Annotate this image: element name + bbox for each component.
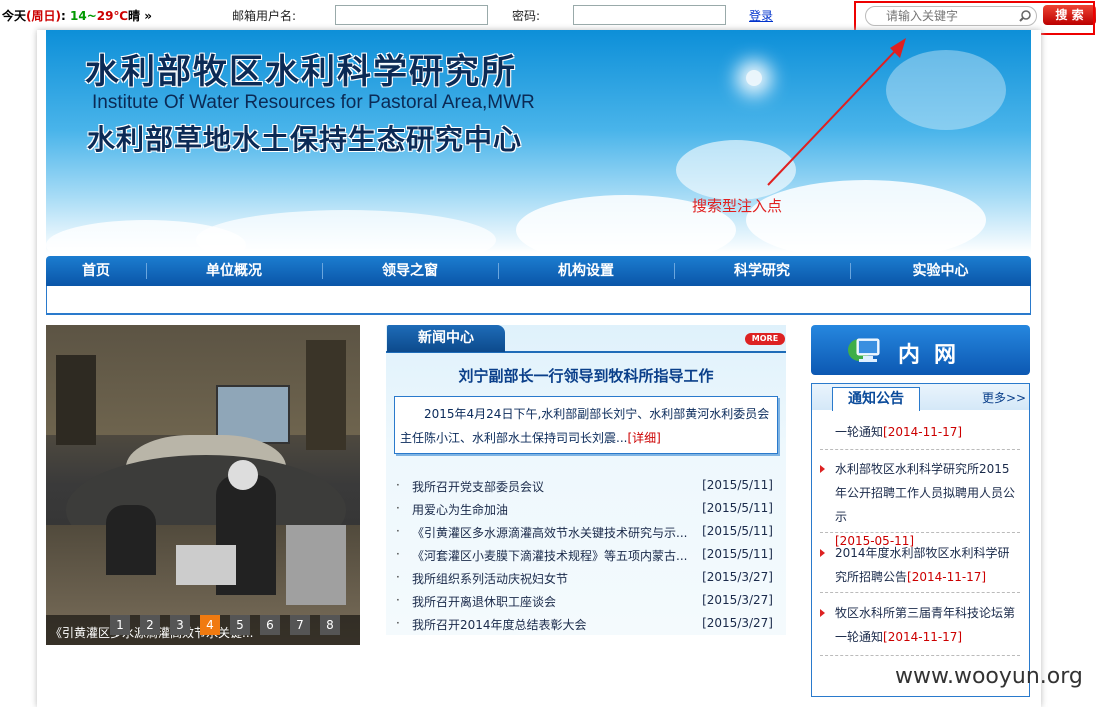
site-title-english: Institute Of Water Resources for Pastora… (92, 92, 535, 113)
slideshow-image[interactable] (46, 325, 360, 645)
notice-item[interactable]: 水利部牧区水利科学研究所2015年公开招聘工作人员拟聘用人员公示 [2015-05… (820, 457, 1020, 548)
slide-dot-7[interactable]: 7 (290, 615, 310, 635)
triangle-bullet-icon (820, 465, 825, 473)
username-field[interactable] (335, 5, 488, 25)
notice-item-date: [2014-11-17] (883, 630, 963, 644)
news-item-title[interactable]: 我所召开离退休职工座谈会 (412, 593, 692, 610)
detail-link[interactable]: [详细] (627, 431, 660, 445)
slide-dot-3[interactable]: 3 (170, 615, 190, 635)
bullet: · (396, 524, 400, 538)
news-item[interactable]: · 我所组织系列活动庆祝妇女节 [2015/3/27] (396, 567, 776, 590)
sub-nav-bar (46, 286, 1031, 315)
nav-lab[interactable]: 实验中心 (850, 256, 1031, 286)
annotation-arrow (767, 38, 906, 186)
news-item-date: [2015/5/11] (702, 524, 773, 538)
notice-item[interactable]: 2014年度水利部牧区水利科学研究所招聘公告[2014-11-17] (820, 541, 1020, 593)
news-item-date: [2015/3/27] (702, 616, 773, 630)
news-item[interactable]: · 用爱心为生命加油 [2015/5/11] (396, 498, 776, 521)
notice-item[interactable]: 一轮通知[2014-11-17] (820, 420, 1020, 450)
nav-home[interactable]: 首页 (46, 256, 146, 286)
news-item-title[interactable]: 我所组织系列活动庆祝妇女节 (412, 570, 692, 587)
news-item[interactable]: · 《河套灌区小麦膜下滴灌技术规程》等五项内蒙古... [2015/5/11] (396, 544, 776, 567)
notice-item-date: [2014-11-17] (907, 570, 987, 584)
triangle-bullet-icon (820, 549, 825, 557)
watermark: www.wooyun.org (895, 664, 1083, 689)
login-link[interactable]: 登录 (749, 7, 773, 24)
news-item[interactable]: · 《引黄灌区多水源滴灌高效节水关键技术研究与示... [2015/5/11] (396, 521, 776, 544)
bullet: · (396, 547, 400, 561)
news-item-title[interactable]: 用爱心为生命加油 (412, 501, 692, 518)
intranet-label[interactable]: 内网 (898, 337, 970, 369)
bullet: · (396, 570, 400, 584)
site-title: 水利部牧区水利科学研究所 (85, 52, 517, 92)
notice-item-text[interactable]: 水利部牧区水利科学研究所2015年公开招聘工作人员拟聘用人员公示 (835, 462, 1015, 524)
notice-tab[interactable]: 通知公告 (832, 387, 920, 411)
slide-dot-1[interactable]: 1 (110, 615, 130, 635)
notice-item-date: [2014-11-17] (883, 425, 963, 439)
news-item-date: [2015/5/11] (702, 478, 773, 492)
news-item-title[interactable]: 我所召开2014年度总结表彰大会 (412, 616, 692, 633)
notice-more-link[interactable]: 更多>> (982, 389, 1026, 406)
nav-research[interactable]: 科学研究 (674, 256, 850, 286)
slide-dot-6[interactable]: 6 (260, 615, 280, 635)
weather-info: 今天(周日): 14~29℃晴 » (2, 9, 152, 23)
slide-dot-4[interactable]: 4 (200, 615, 220, 635)
news-item-title[interactable]: 《河套灌区小麦膜下滴灌技术规程》等五项内蒙古... (412, 547, 692, 564)
password-field[interactable] (573, 5, 726, 25)
news-item[interactable]: · 我所召开2014年度总结表彰大会 [2015/3/27] (396, 613, 776, 636)
news-summary: 2015年4月24日下午,水利部副部长刘宁、水利部黄河水利委员会主任陈小江、水利… (400, 407, 770, 445)
news-item-title[interactable]: 我所召开党支部委员会议 (412, 478, 692, 495)
nav-leadership[interactable]: 领导之窗 (322, 256, 498, 286)
slide-dot-8[interactable]: 8 (320, 615, 340, 635)
notice-item[interactable]: 牧区水科所第三届青年科技论坛第一轮通知[2014-11-17] (820, 601, 1020, 656)
bullet: · (396, 593, 400, 607)
news-item-date: [2015/3/27] (702, 570, 773, 584)
nav-about[interactable]: 单位概况 (146, 256, 322, 286)
news-item-title[interactable]: 《引黄灌区多水源滴灌高效节水关键技术研究与示... (412, 524, 692, 541)
nav-organization[interactable]: 机构设置 (498, 256, 674, 286)
bullet: · (396, 478, 400, 492)
password-label: 密码: (512, 9, 541, 23)
computer-icon (848, 338, 880, 362)
username-label: 邮箱用户名: (232, 9, 297, 23)
main-nav: 首页 单位概况 领导之窗 机构设置 科学研究 实验中心 (46, 256, 1031, 286)
news-item-date: [2015/5/11] (702, 547, 773, 561)
news-item[interactable]: · 我所召开党支部委员会议 [2015/5/11] (396, 475, 776, 498)
slide-dot-2[interactable]: 2 (140, 615, 160, 635)
news-item[interactable]: · 我所召开离退休职工座谈会 [2015/3/27] (396, 590, 776, 613)
bullet: · (396, 616, 400, 630)
annotation-label: 搜索型注入点 (692, 197, 783, 215)
bullet: · (396, 501, 400, 515)
slide-dot-5[interactable]: 5 (230, 615, 250, 635)
news-headline[interactable]: 刘宁副部长一行领导到牧科所指导工作 (386, 365, 786, 386)
news-item-date: [2015/3/27] (702, 593, 773, 607)
site-subtitle: 水利部草地水土保持生态研究中心 (87, 123, 523, 156)
news-more-button[interactable]: MORE (745, 333, 785, 345)
notice-item-text[interactable]: 一轮通知 (835, 425, 883, 439)
news-tab[interactable]: 新闻中心 (387, 325, 505, 352)
triangle-bullet-icon (820, 609, 825, 617)
news-item-date: [2015/5/11] (702, 501, 773, 515)
